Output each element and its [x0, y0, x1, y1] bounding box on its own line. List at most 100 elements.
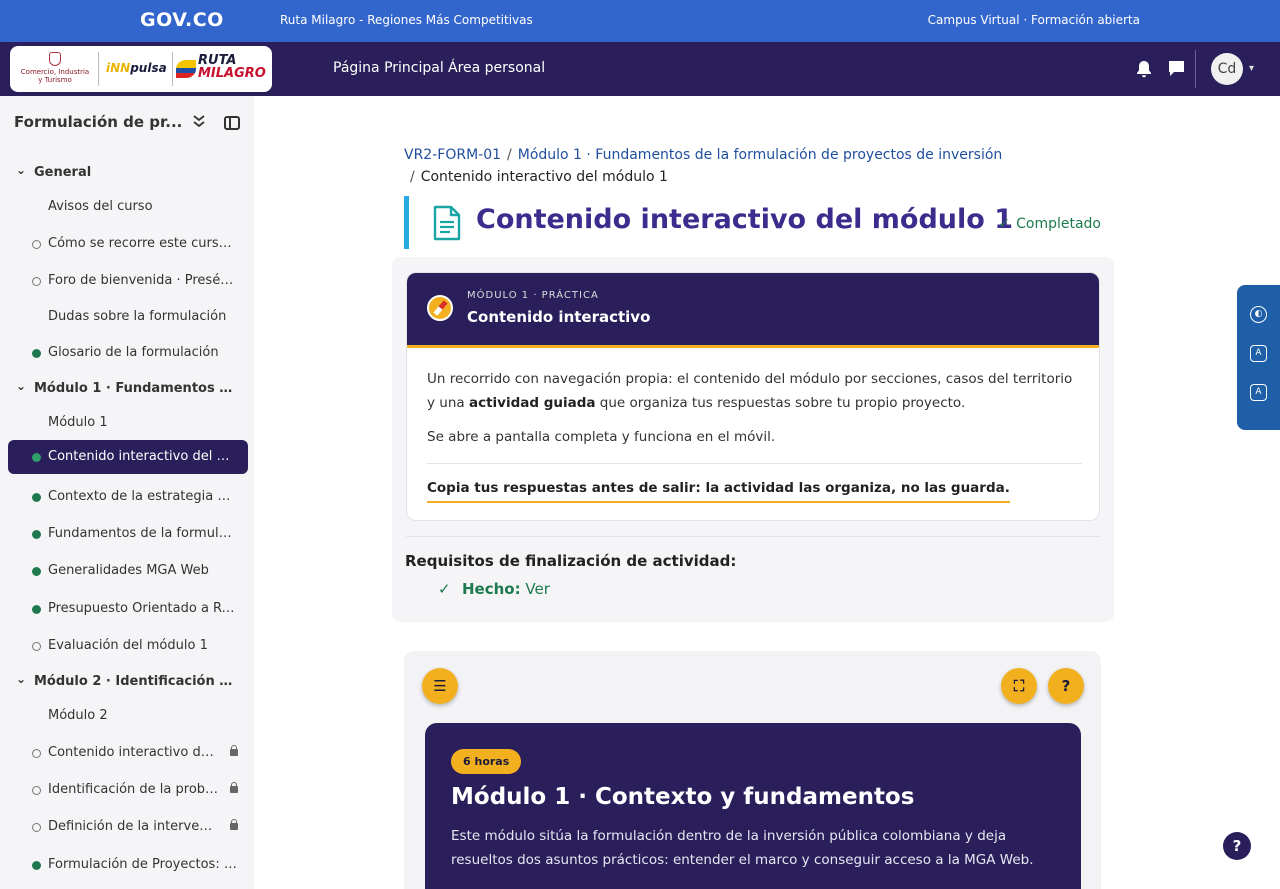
chevron-down-icon[interactable]: ⌄	[16, 672, 26, 686]
sidebar-item[interactable]: Dudas sobre la formulación	[8, 300, 248, 334]
sidebar-item-label: Presupuesto Orientado a Res...	[48, 601, 238, 616]
card-body: Un recorrido con navegación propia: el c…	[427, 367, 1083, 459]
sidebar-item-label: Avisos del curso	[48, 199, 153, 214]
sidebar-item[interactable]: Generalidades MGA Web	[8, 554, 248, 588]
page-header: Contenido interactivo del módulo 1 ✓ Comp…	[404, 196, 1104, 249]
complete-status-icon	[32, 349, 41, 358]
complete-status-icon	[32, 605, 41, 614]
ruta-line2: MILAGRO	[198, 66, 266, 81]
sidebar-item[interactable]: Definición de la intervenci...	[8, 810, 248, 844]
requirement-value: Ver	[525, 580, 550, 598]
nav-link-home[interactable]: Página Principal	[333, 60, 444, 76]
brand-logos[interactable]: Comercio, Industria y Turismo iNNpulsa R…	[10, 46, 272, 92]
section-label: General	[34, 165, 92, 180]
section-general[interactable]: ⌄ General	[8, 158, 248, 188]
sidebar-item[interactable]: Contenido interactivo del ...	[8, 736, 248, 770]
collapse-all-icon[interactable]	[192, 114, 206, 132]
sidebar-item-label: Foro de bienvenida · Presént...	[48, 273, 238, 288]
sidebar-item[interactable]: Módulo 1	[8, 406, 248, 440]
sidebar-item[interactable]: Evaluación del módulo 1	[8, 629, 248, 663]
fullscreen-button[interactable]: ⛶	[1001, 668, 1037, 704]
sidebar-item-label: Glosario de la formulación	[48, 345, 219, 360]
compass-icon	[427, 295, 453, 321]
divider	[406, 536, 1100, 537]
sidebar-item[interactable]: Formulación de Proyectos: I...	[8, 848, 248, 882]
nav-link-personal-area[interactable]: Área personal	[448, 60, 545, 76]
incomplete-status-icon	[32, 823, 41, 832]
mincit-text: Comercio, Industria y Turismo	[20, 68, 90, 84]
completion-status: ✓ Completado	[998, 216, 1101, 232]
requirement-label: Hecho:	[462, 580, 521, 598]
close-panel-icon[interactable]	[224, 116, 240, 130]
breadcrumb: VR2-FORM-01 / Módulo 1 · Fundamentos de la…	[404, 147, 1002, 163]
sidebar-item[interactable]: Cómo se recorre este curso ...	[8, 227, 248, 261]
increase-font-icon[interactable]: A	[1250, 384, 1267, 401]
chevron-down-icon[interactable]: ▾	[1249, 63, 1254, 74]
breadcrumb-separator: /	[410, 169, 415, 185]
nav-divider	[1195, 50, 1196, 88]
sidebar-item-label: Contenido interactivo del mó...	[48, 449, 238, 464]
gov-bar: GOV.CO Ruta Milagro - Regiones Más Compe…	[0, 0, 1280, 42]
intro-card-header: MÓDULO 1 · PRÁCTICA Contenido interactiv…	[407, 273, 1099, 348]
bell-icon[interactable]	[1136, 60, 1154, 78]
menu-button[interactable]: ☰	[422, 668, 458, 704]
mincit-logo: Comercio, Industria y Turismo	[18, 52, 92, 86]
lock-icon	[230, 745, 238, 756]
document-icon	[432, 205, 462, 241]
complete-status-icon	[32, 567, 41, 576]
sidebar-item-label: Contenido interactivo del ...	[48, 745, 220, 760]
avatar[interactable]: Cd	[1211, 53, 1243, 85]
sidebar-item-label: Definición de la intervenci...	[48, 819, 220, 834]
help-button[interactable]: ?	[1048, 668, 1084, 704]
interactive-viewer: ☰ ⛶ ? 6 horas Módulo 1 · Contexto y fund…	[404, 651, 1101, 889]
decrease-font-icon[interactable]: A	[1250, 345, 1267, 362]
page-title: Contenido interactivo del módulo 1	[476, 204, 1014, 235]
course-title[interactable]: Formulación de pr...	[14, 113, 182, 131]
chat-icon[interactable]	[1168, 60, 1186, 78]
duration-badge: 6 horas	[451, 749, 522, 774]
lock-icon	[230, 819, 238, 830]
sidebar-item[interactable]: Foro de bienvenida · Presént...	[8, 264, 248, 298]
brand-divider	[98, 52, 99, 86]
section-module-2[interactable]: ⌄ Módulo 2 · Identificación d...	[8, 667, 248, 697]
chevron-down-icon[interactable]: ⌄	[16, 379, 26, 393]
module-hero: 6 horas Módulo 1 · Contexto y fundamento…	[425, 723, 1081, 889]
sidebar-item[interactable]: Módulo 2	[8, 699, 248, 733]
contrast-icon[interactable]: ◐	[1250, 306, 1267, 323]
breadcrumb-separator: /	[507, 147, 512, 163]
card-paragraph-1: Un recorrido con navegación propia: el c…	[427, 367, 1083, 415]
gov-logo[interactable]: GOV.CO	[140, 9, 224, 31]
ruta-milagro-logo: RUTA MILAGRO	[176, 54, 266, 84]
card-kicker: MÓDULO 1 · PRÁCTICA	[467, 290, 599, 301]
sidebar-item[interactable]: Presupuesto Orientado a Res...	[8, 592, 248, 626]
para-text: que organiza tus respuestas sobre tu pro…	[595, 395, 966, 411]
sidebar-item-label: Cómo se recorre este curso ...	[48, 236, 238, 251]
incomplete-status-icon	[32, 786, 41, 795]
sidebar-item-active[interactable]: Contenido interactivo del mó...	[8, 440, 248, 474]
check-icon: ✓	[998, 216, 1011, 232]
sidebar-item[interactable]: Fundamentos de la formulac...	[8, 517, 248, 551]
hero-description: Este módulo sitúa la formulación dentro …	[451, 828, 1034, 868]
breadcrumb-current: Contenido interactivo del módulo 1	[420, 169, 668, 185]
breadcrumb-course[interactable]: VR2-FORM-01	[404, 147, 501, 163]
innpulsa-suffix: pulsa	[130, 61, 167, 75]
sidebar-item[interactable]: Contexto de la estrategia de...	[8, 480, 248, 514]
incomplete-status-icon	[32, 240, 41, 249]
card-note: Copia tus respuestas antes de salir: la …	[427, 480, 1010, 503]
innpulsa-prefix: iNN	[106, 61, 131, 75]
complete-status-icon	[32, 453, 41, 462]
sidebar-item-label: Módulo 1	[48, 415, 108, 430]
floating-help-button[interactable]: ?	[1223, 832, 1251, 860]
complete-status-icon	[32, 861, 41, 870]
complete-status-icon	[32, 530, 41, 539]
sidebar-item[interactable]: Avisos del curso	[8, 190, 248, 224]
activity-description: MÓDULO 1 · PRÁCTICA Contenido interactiv…	[392, 257, 1114, 622]
chevron-down-icon[interactable]: ⌄	[16, 163, 26, 177]
sidebar-item[interactable]: Identificación de la proble...	[8, 773, 248, 807]
section-module-1[interactable]: ⌄ Módulo 1 · Fundamentos d...	[8, 374, 248, 404]
incomplete-status-icon	[32, 642, 41, 651]
main-navbar: Comercio, Industria y Turismo iNNpulsa R…	[0, 42, 1280, 96]
breadcrumb-module[interactable]: Módulo 1 · Fundamentos de la formulación…	[518, 147, 1003, 163]
sidebar-item[interactable]: Glosario de la formulación	[8, 336, 248, 370]
gov-center-text: Ruta Milagro - Regiones Más Competitivas	[280, 13, 533, 27]
